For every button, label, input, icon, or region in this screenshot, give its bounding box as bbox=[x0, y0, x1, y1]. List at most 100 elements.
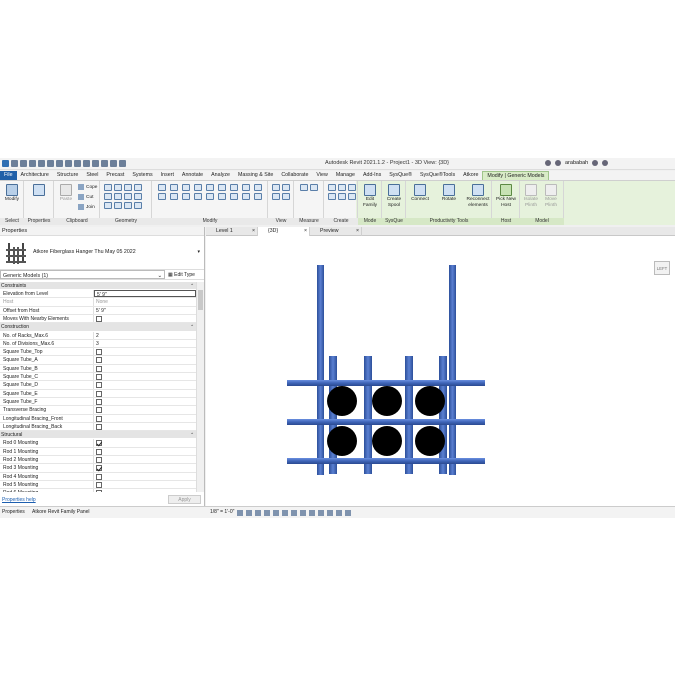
property-value[interactable] bbox=[94, 398, 196, 405]
undo-icon[interactable] bbox=[38, 160, 45, 167]
trim-icon[interactable] bbox=[242, 184, 250, 191]
move-plinth-button[interactable]: Move Plinth bbox=[542, 184, 560, 208]
property-value[interactable]: 3 bbox=[94, 340, 196, 347]
highlight-icon[interactable] bbox=[345, 509, 352, 516]
help-icon[interactable] bbox=[602, 160, 609, 166]
ribbon-tab[interactable]: Manage bbox=[332, 171, 359, 180]
measure-icon[interactable] bbox=[65, 160, 72, 167]
create-more-icon[interactable] bbox=[348, 193, 356, 200]
pipe[interactable] bbox=[372, 386, 402, 416]
property-checkbox[interactable] bbox=[96, 423, 102, 430]
create-assembly-icon[interactable] bbox=[328, 193, 336, 200]
match-icon[interactable] bbox=[254, 193, 262, 200]
mirror-icon[interactable] bbox=[182, 184, 190, 191]
redo-icon[interactable] bbox=[47, 160, 54, 167]
edit-type-button[interactable]: ▦ Edit Type bbox=[168, 270, 195, 280]
hanger-3d-model[interactable] bbox=[206, 236, 675, 506]
ribbon-tab[interactable]: Architecture bbox=[17, 171, 53, 180]
property-checkbox[interactable] bbox=[96, 365, 102, 372]
3d-view-icon[interactable] bbox=[83, 160, 90, 167]
geometry-tool-icon[interactable] bbox=[134, 193, 142, 200]
crop-icon[interactable] bbox=[282, 509, 289, 516]
property-value[interactable] bbox=[94, 315, 196, 323]
split-icon[interactable] bbox=[254, 184, 262, 191]
array-icon[interactable] bbox=[158, 193, 166, 200]
property-value[interactable] bbox=[94, 390, 196, 397]
property-checkbox[interactable] bbox=[96, 382, 102, 389]
pipe[interactable] bbox=[327, 426, 357, 456]
view-cube[interactable]: LEFT bbox=[654, 261, 670, 275]
property-checkbox[interactable] bbox=[96, 481, 102, 488]
connect-button[interactable]: Connect bbox=[411, 184, 429, 203]
property-value[interactable] bbox=[94, 365, 196, 372]
align-icon[interactable] bbox=[158, 184, 166, 191]
collapse-icon[interactable]: ⌃ bbox=[190, 431, 194, 439]
geometry-tool-icon[interactable] bbox=[124, 184, 132, 191]
reconnect-button[interactable]: Reconnect elements bbox=[466, 184, 490, 208]
property-value[interactable]: 5' 9" bbox=[94, 290, 196, 298]
close-icon[interactable]: × bbox=[304, 227, 307, 236]
worksharing-icon[interactable] bbox=[327, 509, 334, 516]
ribbon-tab[interactable]: View bbox=[312, 171, 331, 180]
property-checkbox[interactable] bbox=[96, 456, 102, 463]
create-component-icon[interactable] bbox=[338, 193, 346, 200]
cut-button[interactable]: Cut bbox=[78, 194, 93, 200]
ribbon-tab[interactable]: Massing & Site bbox=[234, 171, 277, 180]
close-icon[interactable]: × bbox=[252, 227, 255, 236]
ribbon-tab[interactable]: Structure bbox=[53, 171, 83, 180]
delete-icon[interactable] bbox=[206, 193, 214, 200]
properties-help-link[interactable]: Properties help bbox=[2, 497, 36, 503]
create-parts-icon[interactable] bbox=[348, 184, 356, 191]
ribbon-tab[interactable]: File bbox=[0, 171, 17, 180]
view-tab[interactable]: Level 1 × bbox=[206, 227, 258, 236]
rotate-button[interactable]: Rotate bbox=[440, 184, 458, 203]
thin-lines-icon[interactable] bbox=[101, 160, 108, 167]
extend-icon[interactable] bbox=[242, 193, 250, 200]
save-icon[interactable] bbox=[20, 160, 27, 167]
select-panel-label[interactable]: Select bbox=[0, 218, 24, 225]
measure-icon[interactable] bbox=[300, 184, 308, 191]
properties-scrollbar[interactable] bbox=[196, 282, 204, 492]
view-scale[interactable]: 1/8" = 1'-0" bbox=[210, 507, 234, 518]
linework-icon[interactable] bbox=[272, 193, 280, 200]
hide-icon[interactable] bbox=[272, 184, 280, 191]
instance-filter-dropdown[interactable]: Generic Models (1) ⌄ bbox=[0, 270, 165, 279]
sync-icon[interactable] bbox=[29, 160, 36, 167]
move-icon[interactable] bbox=[206, 184, 214, 191]
ribbon-tab[interactable]: Add-Ins bbox=[359, 171, 385, 180]
property-checkbox[interactable] bbox=[96, 440, 102, 447]
pipe[interactable] bbox=[327, 386, 357, 416]
rotate-icon[interactable] bbox=[230, 184, 238, 191]
text-icon[interactable] bbox=[74, 160, 81, 167]
geometry-tool-icon[interactable] bbox=[104, 193, 112, 200]
detail-level-icon[interactable] bbox=[237, 509, 244, 516]
create-group-icon[interactable] bbox=[328, 184, 336, 191]
property-checkbox[interactable] bbox=[96, 398, 102, 405]
ribbon-tab[interactable]: Atkore bbox=[459, 171, 482, 180]
properties-status-tab[interactable]: Properties bbox=[2, 507, 25, 518]
property-value[interactable] bbox=[94, 464, 196, 472]
collapse-icon[interactable]: ⌃ bbox=[190, 323, 194, 331]
property-checkbox[interactable] bbox=[96, 407, 102, 414]
split-gap-icon[interactable] bbox=[230, 193, 238, 200]
property-checkbox[interactable] bbox=[96, 490, 102, 492]
user-icon[interactable] bbox=[555, 160, 561, 166]
scale-icon[interactable] bbox=[170, 193, 178, 200]
geometry-tool-icon[interactable] bbox=[104, 202, 112, 209]
property-checkbox[interactable] bbox=[96, 473, 102, 480]
create-spool-button[interactable]: Create Spool bbox=[385, 184, 403, 208]
print-icon[interactable] bbox=[56, 160, 63, 167]
cope-button[interactable]: Cope bbox=[78, 184, 97, 190]
ribbon-tab[interactable]: Annotate bbox=[178, 171, 207, 180]
user-name[interactable]: arababah bbox=[565, 160, 588, 166]
ribbon-tab[interactable]: Analyze bbox=[207, 171, 234, 180]
view-tab[interactable]: Preview × bbox=[310, 227, 362, 236]
property-value[interactable] bbox=[94, 473, 196, 480]
ribbon-tab[interactable]: SysQue® bbox=[385, 171, 416, 180]
type-dropdown-icon[interactable]: ▾ bbox=[197, 249, 200, 255]
apply-button[interactable]: Apply bbox=[168, 495, 201, 504]
geometry-tool-icon[interactable] bbox=[134, 202, 142, 209]
property-value[interactable] bbox=[94, 439, 196, 447]
pin-icon[interactable] bbox=[182, 193, 190, 200]
pick-host-button[interactable]: Pick New Host bbox=[496, 184, 516, 208]
